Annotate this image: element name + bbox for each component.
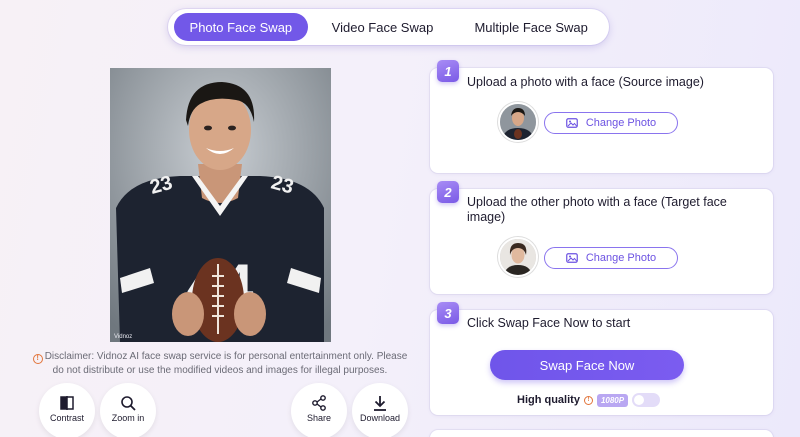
change-photo-label: Change Photo bbox=[585, 252, 657, 264]
tab-multiple-face-swap[interactable]: Multiple Face Swap bbox=[457, 13, 605, 41]
zoom-in-button[interactable]: Zoom in bbox=[100, 383, 156, 437]
step-2-title: Upload the other photo with a face (Targ… bbox=[467, 195, 727, 224]
download-icon bbox=[374, 396, 386, 411]
change-target-photo-button[interactable]: Change Photo bbox=[544, 247, 678, 269]
mode-tabs: Photo Face Swap Video Face Swap Multiple… bbox=[168, 9, 609, 45]
contrast-icon bbox=[60, 396, 74, 410]
info-icon[interactable]: ! bbox=[583, 395, 593, 405]
step-1-title: Upload a photo with a face (Source image… bbox=[467, 75, 704, 89]
step-1-badge: 1 bbox=[437, 60, 459, 82]
swap-face-now-button[interactable]: Swap Face Now bbox=[490, 350, 684, 380]
step-2-card: 2 Upload the other photo with a face (Ta… bbox=[430, 181, 773, 294]
share-label: Share bbox=[306, 413, 332, 423]
high-quality-label: High quality bbox=[517, 394, 580, 406]
source-image-thumbnail[interactable] bbox=[498, 102, 538, 142]
change-photo-label: Change Photo bbox=[585, 117, 657, 129]
contrast-button[interactable]: Contrast bbox=[39, 383, 95, 437]
contrast-label: Contrast bbox=[49, 413, 84, 423]
step-1-card: 1 Upload a photo with a face (Source ima… bbox=[430, 60, 773, 173]
step-3-title: Click Swap Face Now to start bbox=[467, 316, 631, 330]
target-image-thumbnail[interactable] bbox=[498, 237, 538, 277]
download-label: Download bbox=[359, 413, 401, 423]
resolution-badge: 1080P bbox=[596, 393, 629, 407]
disclaimer-text: Disclaimer: Vidnoz AI face swap service … bbox=[44, 351, 408, 376]
info-icon: ! bbox=[32, 354, 43, 364]
image-icon bbox=[565, 253, 578, 263]
result-preview-image: 44 23 23 Vidnoz bbox=[110, 68, 331, 342]
watermark: Vidnoz bbox=[114, 334, 133, 340]
tab-photo-face-swap[interactable]: Photo Face Swap bbox=[174, 13, 308, 41]
zoom-icon bbox=[121, 396, 136, 411]
zoom-label: Zoom in bbox=[111, 413, 145, 423]
tab-video-face-swap[interactable]: Video Face Swap bbox=[308, 13, 458, 41]
change-source-photo-button[interactable]: Change Photo bbox=[544, 112, 678, 134]
share-button[interactable]: Share bbox=[291, 383, 347, 437]
share-icon bbox=[312, 395, 326, 411]
step-2-badge: 2 bbox=[437, 181, 459, 203]
step-3-badge: 3 bbox=[437, 302, 459, 324]
high-quality-toggle[interactable] bbox=[632, 393, 661, 407]
step-3-card: 3 Click Swap Face Now to start Swap Face… bbox=[430, 302, 773, 415]
disclaimer: ! Disclaimer: Vidnoz AI face swap service… bbox=[30, 350, 410, 378]
next-card bbox=[430, 430, 773, 437]
download-button[interactable]: Download bbox=[352, 383, 408, 437]
high-quality-option: High quality ! 1080P bbox=[517, 393, 661, 407]
image-icon bbox=[565, 118, 578, 128]
